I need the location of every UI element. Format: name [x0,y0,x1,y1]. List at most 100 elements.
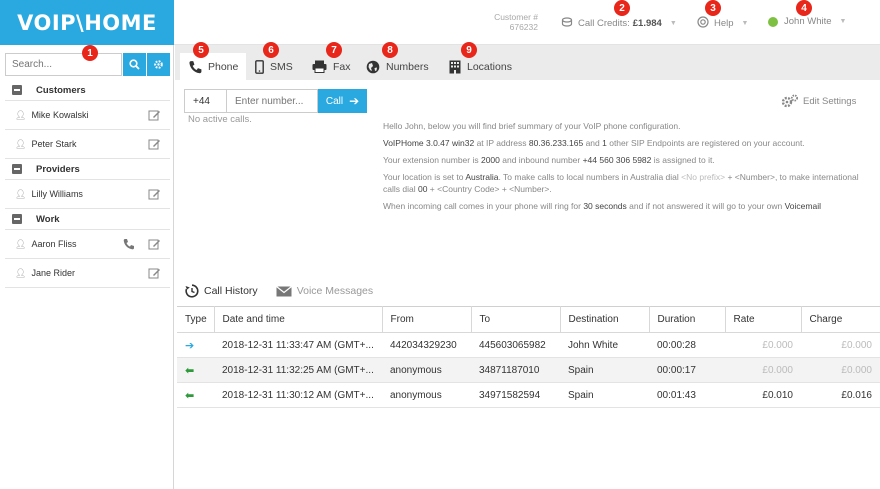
contact-item[interactable]: 👤︎ Mike Kowalski [5,101,170,130]
edit-icon[interactable] [148,188,161,201]
edit-icon[interactable] [148,109,161,122]
group-work[interactable]: Work [5,209,170,230]
contact-name: Peter Stark [31,139,77,149]
rate-cell: £0.000 [725,357,801,383]
user-name: John White [784,16,832,27]
table-header-row: Type Date and time From To Destination D… [177,306,880,333]
column-header[interactable]: Duration [648,306,726,333]
ring-time-value: 30 seconds [583,201,627,211]
mobile-icon [255,59,264,74]
group-providers[interactable]: Providers [5,159,170,180]
contacts-settings-button[interactable] [147,53,170,76]
tab-voice-messages[interactable]: Voice Messages [275,284,373,298]
person-icon: 👤︎ [15,109,27,120]
history-tabs: Call History Voice Messages [185,284,391,298]
tab-numbers[interactable]: Numbers [358,53,437,80]
phone-icon [189,60,202,73]
edit-settings-label: Edit Settings [803,95,857,107]
app-logo[interactable]: VOIP\HOME [0,0,174,45]
version-value: VoIPHome 3.0.47 win32 [383,138,475,148]
destination-cell: Spain [560,357,649,383]
contact-item[interactable]: 👤︎ Peter Stark [5,130,170,159]
help-button[interactable]: Help ▼ [697,16,748,31]
datetime-cell: 2018-12-31 11:32:25 AM (GMT+... [214,357,382,383]
charge-cell: £0.000 [801,357,880,383]
edit-icon[interactable] [148,138,161,151]
no-prefix-value: <No prefix> [681,172,726,182]
forward-value: Voicemail [784,201,821,211]
column-header[interactable]: From [381,306,472,333]
summary-location: Your location is set to Australia. To ma… [383,172,859,194]
datetime-cell: 2018-12-31 11:33:47 AM (GMT+... [214,332,382,358]
column-header[interactable]: To [470,306,561,333]
user-menu-button[interactable]: John White ▼ [768,16,846,27]
column-header[interactable]: Type [177,306,215,333]
callout-badge: 3 [705,0,721,16]
chevron-down-icon: ▼ [839,18,847,25]
call-button[interactable]: Call ➔ [318,89,367,113]
contact-item[interactable]: 👤︎ Lilly Williams [5,180,170,209]
edit-settings-button[interactable]: Edit Settings [781,94,856,108]
search-icon [129,59,140,70]
envelope-icon [275,285,292,296]
edit-icon[interactable] [148,238,161,251]
config-summary: Hello John, below you will find brief su… [383,120,873,217]
dialer: Call ➔ [184,89,367,113]
location-value: Australia [465,172,499,182]
status-online-icon [768,16,778,27]
column-header[interactable]: Rate [724,306,802,333]
sidebar: Customers 👤︎ Mike Kowalski 👤︎ Peter Star… [0,45,174,489]
duration-cell: 00:00:17 [649,357,725,383]
country-code-input[interactable] [184,89,227,113]
contact-item[interactable]: 👤︎ Jane Rider [5,259,170,288]
credits-icon [561,16,573,31]
callout-badge: 6 [263,42,279,58]
duration-cell: 00:00:28 [649,332,725,358]
table-row[interactable]: ➔ 2018-12-31 11:33:47 AM (GMT+... 442034… [177,332,880,358]
phone-icon[interactable] [123,238,134,250]
search-input[interactable] [5,53,122,76]
callout-badge: 1 [82,45,98,61]
call-credits-button[interactable]: Call Credits: £1.984 ▼ [561,16,677,31]
collapse-icon [12,214,22,224]
column-header[interactable]: Charge [800,306,880,333]
datetime-cell: 2018-12-31 11:30:12 AM (GMT+... [214,382,382,408]
credits-value: £1.984 [632,18,662,29]
type-cell: ⬅ [177,357,214,383]
top-bar: VOIP\HOME Customer # 676232 Call Credits… [0,0,880,45]
table-row[interactable]: ⬅ 2018-12-31 11:32:25 AM (GMT+... anonym… [177,357,880,383]
number-input[interactable] [227,89,318,113]
tab-locations[interactable]: Locations [441,53,520,80]
callout-badge: 9 [461,42,477,58]
callout-badge: 7 [326,42,342,58]
callout-badge: 5 [193,42,209,58]
search-button[interactable] [123,53,146,76]
main-tabs: Phone SMS Fax Numbers Locations [175,45,880,80]
call-label: Call [325,95,344,107]
to-cell: 34971582594 [471,382,560,408]
chevron-down-icon: ▼ [669,20,677,27]
rate-cell: £0.010 [725,382,801,408]
column-header[interactable]: Destination [559,306,650,333]
contact-item[interactable]: 👤︎ Aaron Fliss [5,230,170,259]
callout-badge: 4 [796,0,812,16]
table-row[interactable]: ⬅ 2018-12-31 11:30:12 AM (GMT+... anonym… [177,382,880,408]
tab-call-history[interactable]: Call History [185,284,258,298]
to-cell: 445603065982 [471,332,560,358]
destination-cell: Spain [560,382,649,408]
customer-info: Customer # 676232 [478,12,538,32]
summary-ring: When incoming call comes in your phone w… [383,201,821,211]
tab-label: Numbers [386,60,429,73]
contact-name: Jane Rider [31,268,75,278]
tab-phone[interactable]: Phone [180,53,247,80]
edit-icon[interactable] [148,267,161,280]
from-cell: anonymous [382,382,471,408]
collapse-icon [12,85,22,95]
group-label: Customers [36,84,86,96]
contact-name: Aaron Fliss [31,239,77,249]
printer-icon [312,60,327,73]
group-customers[interactable]: Customers [5,80,170,101]
from-cell: anonymous [382,357,471,383]
tab-label: Phone [208,60,239,73]
column-header[interactable]: Date and time [213,306,383,333]
